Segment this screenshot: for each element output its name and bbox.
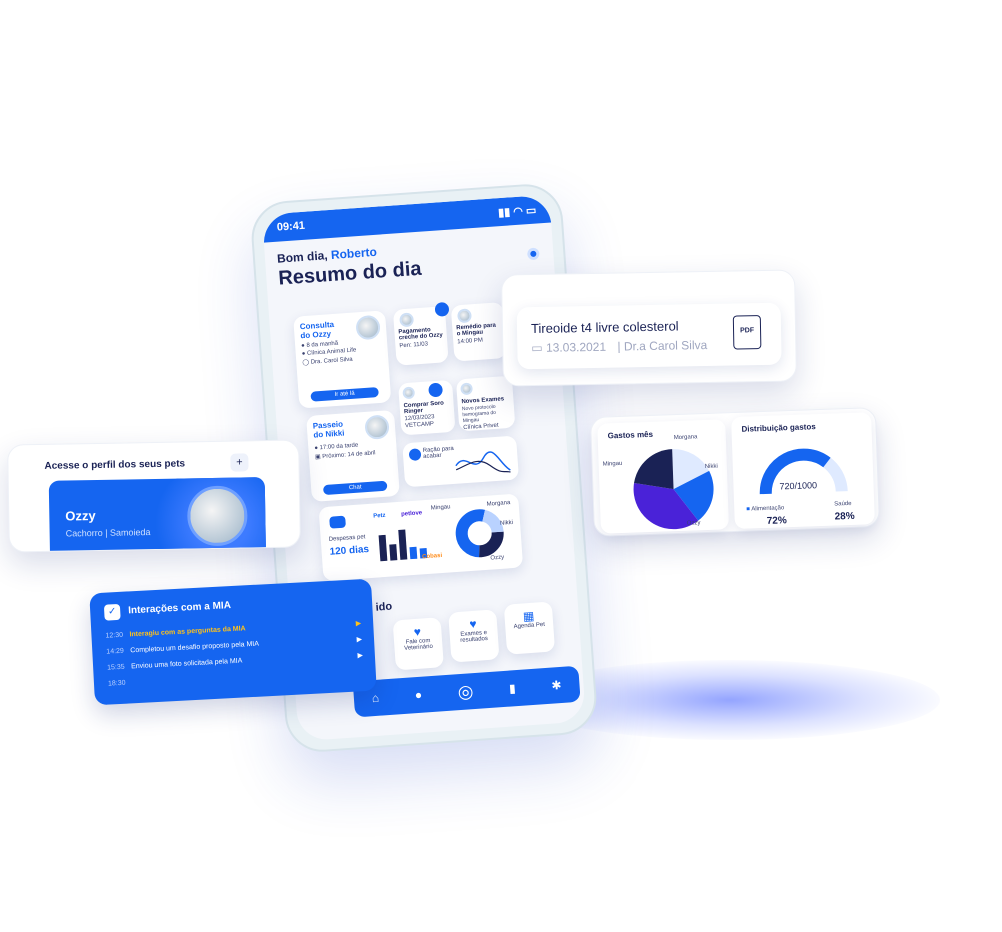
mia-title: Interações com a MIA	[127, 600, 232, 617]
doctor-icon: ◯	[302, 359, 310, 367]
clock-icon: ●	[301, 343, 306, 350]
check-icon: ✓	[103, 603, 121, 621]
despesas-label: Despesas pet	[328, 534, 366, 543]
play-icon[interactable]: ▶	[357, 651, 363, 659]
gastos-title: Gastos mês	[607, 429, 654, 441]
wallet-icon	[329, 515, 346, 529]
calendar-icon: ▭	[531, 340, 543, 356]
legend-saude-value: 28%	[834, 510, 855, 523]
pet-legend-nikki: Nikki	[499, 519, 514, 527]
comprar-card[interactable]: Comprar Soro Ringer 12/03/2023 VETCAMP	[398, 379, 456, 436]
passeio-next: Próximo: 14 de abril	[322, 450, 376, 461]
racao-line-chart	[455, 451, 511, 473]
play-icon[interactable]: ▶	[356, 635, 362, 643]
pet-legend-ozzy: Ozzy	[490, 554, 505, 562]
bag-icon	[408, 448, 422, 461]
pet-profile-card: Acesse o perfil dos seus pets + Ozzy Cac…	[7, 439, 301, 553]
novos-exames-card[interactable]: Novos Exames Novo protocolo hemograma do…	[455, 375, 516, 432]
legend-alimentacao-value: 72%	[766, 515, 787, 527]
vet-chat-label: Fale com Veterinário	[404, 637, 434, 652]
bookmark-icon[interactable]: ▮	[509, 681, 517, 695]
racao-card[interactable]: Ração para acabar	[402, 435, 520, 488]
passeio-chat-button[interactable]: Chat	[322, 480, 388, 496]
gastos-panel: Gastos mês Morgana Mingau Nikki Ozzy	[597, 419, 729, 534]
exams-tile[interactable]: ♥ Exames e resultados	[448, 609, 500, 663]
add-pet-button[interactable]: +	[230, 453, 249, 472]
bottom-nav: ⌂ ● ◎ ▮ ✱	[352, 665, 581, 718]
home-icon[interactable]: ⌂	[371, 691, 379, 705]
passeio-card[interactable]: Passeio do Nikki ● 17:00 da tarde ▣ Próx…	[306, 409, 400, 502]
pet-legend-mingau: Mingau	[430, 504, 451, 512]
distribuicao-title: Distribuição gastos	[741, 422, 816, 434]
pie-label-mingau: Mingau	[602, 460, 623, 468]
mia-time: 18:30	[107, 679, 126, 688]
pet-name: Ozzy	[65, 508, 96, 524]
wallet-icon	[434, 301, 450, 317]
gastos-pie-chart	[633, 449, 714, 530]
scan-icon[interactable]: ◎	[457, 681, 474, 703]
exams-label: Exames e resultados	[460, 630, 489, 644]
pdf-icon[interactable]: PDF	[732, 315, 762, 350]
pie-label-nikki: Nikki	[704, 463, 718, 471]
consulta-go-button[interactable]: Ir até lá	[310, 386, 379, 402]
remedio-card[interactable]: Remédio para o Mingau 14:00 PM	[450, 302, 507, 362]
mia-list: 12:30 Interagiu com as perguntas da MIA …	[105, 619, 364, 687]
mia-time: 15:35	[107, 663, 125, 672]
pet-desc: Cachorro | Samoieda	[65, 527, 151, 539]
consulta-doctor: Dra. Carol Silva	[310, 356, 353, 366]
brand-petz: Petz	[373, 512, 386, 520]
agenda-tile[interactable]: ▦ Agenda Pet	[503, 601, 556, 655]
play-icon[interactable]: ▶	[356, 619, 362, 627]
calendar-icon: ▣	[314, 454, 321, 461]
legend-square-icon: ■	[746, 506, 751, 513]
legend-alimentacao: Alimentação	[751, 505, 785, 513]
consulta-card[interactable]: Consulta do Ozzy ● 8 da manhã ● Clínica …	[293, 310, 392, 409]
vet-chat-tile[interactable]: ♥ Fale com Veterinário	[392, 617, 444, 671]
exam-item[interactable]: Tireoide t4 livre colesterol ▭ 13.03.202…	[516, 302, 782, 370]
brand-petlove: petlove	[400, 510, 423, 518]
pet-profile-ozzy[interactable]: Ozzy Cachorro | Samoieda	[48, 477, 267, 553]
pie-label-morgana: Morgana	[673, 434, 698, 442]
pagamento-card[interactable]: Pagamento creche do Ozzy Pen: 11/03	[392, 301, 450, 366]
exam-doctor: Dr.a Carol Silva	[623, 337, 708, 354]
location-icon[interactable]: ●	[414, 688, 422, 702]
pie-label-ozzy: Ozzy	[686, 520, 701, 527]
stats-floating-card: Gastos mês Morgana Mingau Nikki Ozzy Dis…	[589, 407, 881, 537]
gauge-value: 720/1000	[779, 480, 818, 492]
despesas-donut	[455, 509, 504, 558]
signal-wifi-battery-icon: ▮▮ ◠ ▭	[497, 204, 537, 219]
settings-icon[interactable]: ✱	[551, 678, 562, 693]
status-time: 09:41	[276, 219, 306, 234]
suggestions-heading: ido	[375, 600, 393, 614]
brand-cobasi: Cobasi	[422, 552, 443, 561]
passeio-title: Passeio do Nikki	[312, 419, 345, 440]
exam-date: 13.03.2021	[545, 339, 607, 355]
clock-icon: ●	[314, 445, 319, 452]
mia-time: 12:30	[105, 631, 124, 640]
mia-interactions-card: ✓ Interações com a MIA 12:30 Interagiu c…	[89, 578, 377, 706]
distribuicao-panel: Distribuição gastos 720/1000 ■ Alimentaç…	[731, 412, 875, 530]
mia-time: 14:29	[106, 647, 125, 656]
exam-title: Tireoide t4 livre colesterol	[530, 318, 679, 337]
legend-saude: Saúde	[834, 500, 852, 508]
pet-legend-morgana: Morgana	[486, 500, 511, 508]
pin-icon: ●	[301, 351, 306, 358]
despesas-value: 120 dias	[329, 544, 370, 558]
despesas-card[interactable]: Despesas pet 120 dias Petz petlove Cobas…	[318, 493, 524, 582]
exam-floating-card: Tireoide t4 livre colesterol ▭ 13.03.202…	[501, 269, 797, 387]
pet-profile-heading: Acesse o perfil dos seus pets	[44, 458, 186, 472]
